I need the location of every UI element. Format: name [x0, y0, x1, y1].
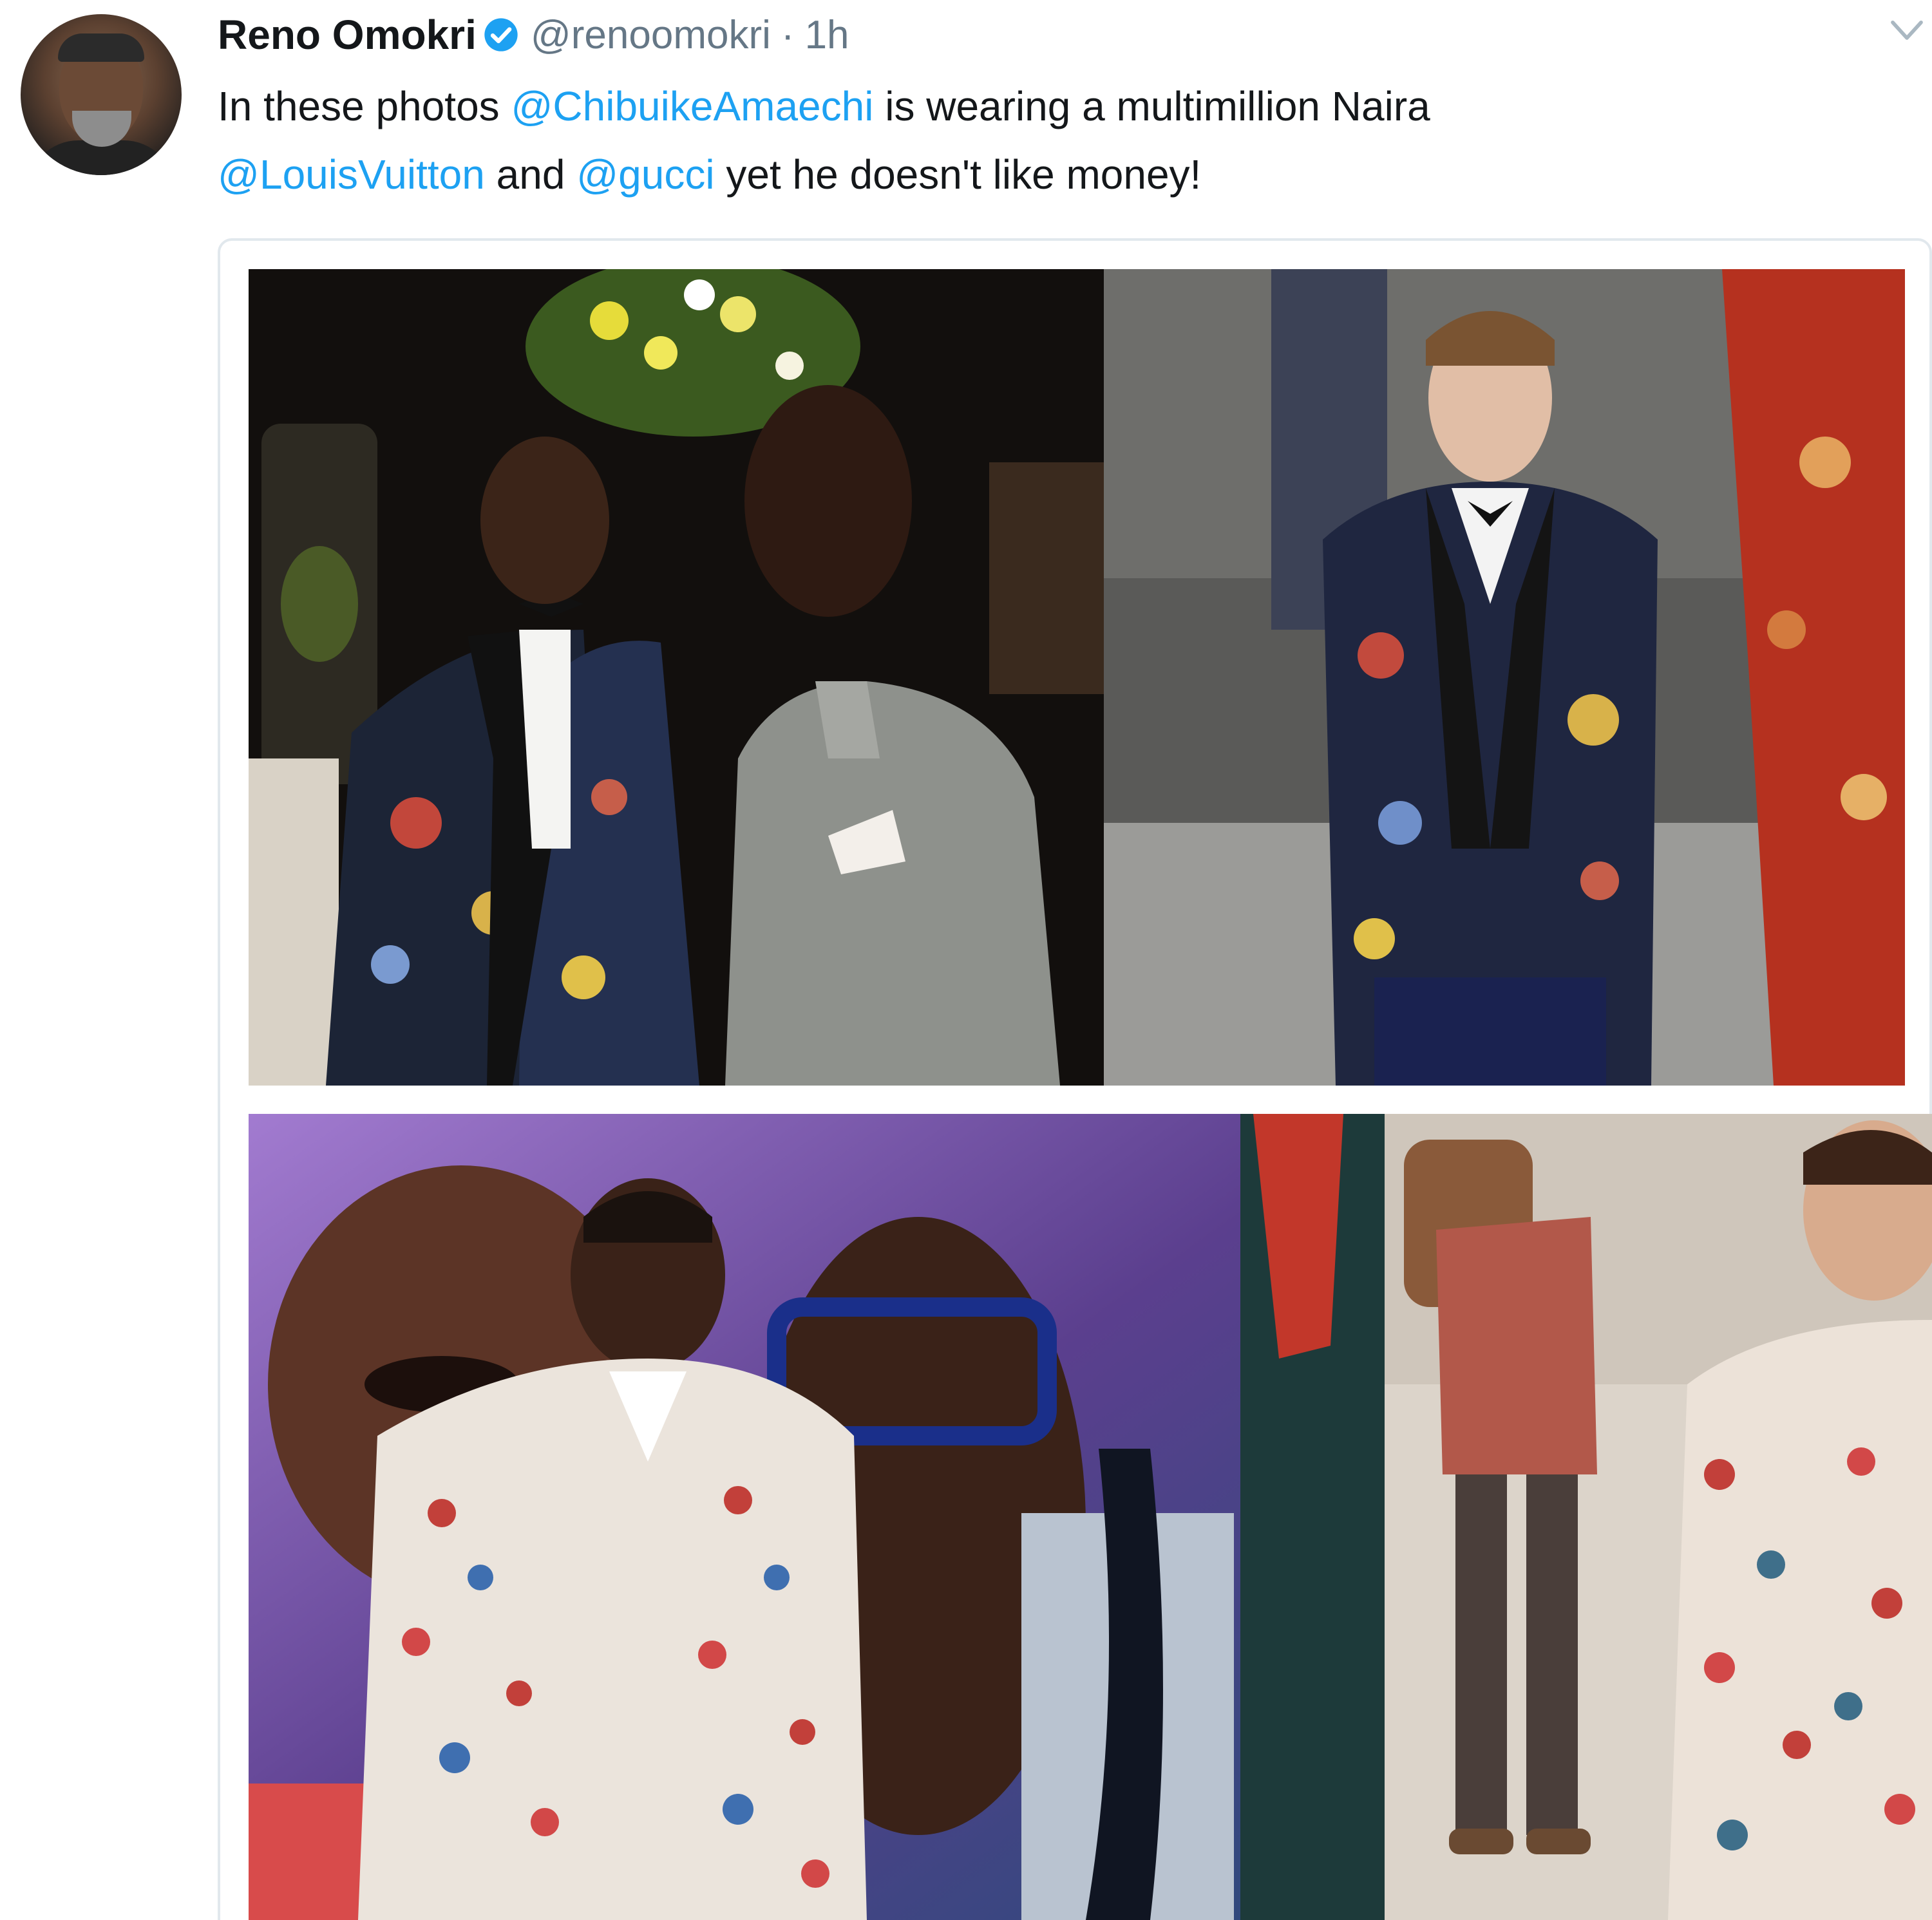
avatar-hair — [58, 33, 144, 62]
avatar[interactable] — [21, 14, 182, 175]
tweet-text-part: is wearing a multimillion Naira — [873, 83, 1430, 129]
photo-3[interactable] — [249, 1114, 1385, 1920]
mention-link[interactable]: @ChibuikeAmaechi — [511, 83, 873, 129]
tweet-text-part: yet he doesn't like money! — [714, 151, 1202, 198]
chevron-down-icon[interactable] — [1889, 17, 1924, 45]
mention-link[interactable]: @gucci — [576, 151, 714, 198]
photo-2[interactable] — [1104, 269, 1905, 1086]
photo-2-illustration — [1104, 269, 1905, 1086]
separator-dot: · — [781, 12, 795, 57]
display-name[interactable]: Reno Omokri — [218, 11, 477, 59]
tweet-header: Reno Omokri @renoomokri · 1h — [218, 9, 849, 61]
photo-4[interactable] — [1385, 1114, 1932, 1920]
verified-badge-icon — [484, 18, 518, 52]
mention-link[interactable]: @LouisVuitton — [218, 151, 485, 198]
tweet-text-part: and — [484, 151, 577, 198]
timestamp[interactable]: 1h — [805, 12, 849, 58]
photo-1-illustration — [249, 269, 1104, 1086]
photo-1[interactable] — [249, 269, 1104, 1086]
tweet-text-part: In these photos — [218, 83, 511, 129]
photo-4-illustration — [1385, 1114, 1932, 1920]
photo-3-illustration — [249, 1114, 1385, 1920]
user-handle[interactable]: @renoomokri — [531, 12, 771, 58]
tweet-text: In these photos @ChibuikeAmaechi is wear… — [218, 72, 1866, 209]
tweet-card: Reno Omokri @renoomokri · 1h In these ph… — [0, 0, 1932, 1920]
